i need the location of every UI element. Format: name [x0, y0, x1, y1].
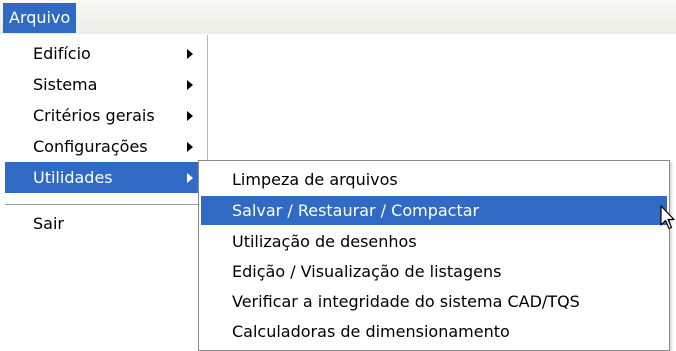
- submenu-item-calculadoras-dimensionamento[interactable]: Calculadoras de dimensionamento: [201, 317, 667, 346]
- utilidades-submenu: Limpeza de arquivos Salvar / Restaurar /…: [198, 160, 670, 351]
- menu-bar: Arquivo: [0, 0, 676, 34]
- chevron-right-icon: [187, 142, 193, 152]
- submenu-item-label: Calculadoras de dimensionamento: [232, 322, 510, 341]
- menu-item-label: Configurações: [33, 137, 148, 156]
- menu-item-label: Sistema: [33, 75, 98, 94]
- submenu-item-label: Verificar a integridade do sistema CAD/T…: [232, 292, 580, 311]
- submenu-item-label: Limpeza de arquivos: [232, 170, 398, 189]
- arquivo-dropdown-menu: Edifício Sistema Critérios gerais Config…: [5, 35, 208, 243]
- menu-item-criterios-gerais[interactable]: Critérios gerais: [5, 100, 207, 131]
- chevron-right-icon: [187, 80, 193, 90]
- mouse-pointer-icon: [660, 205, 675, 230]
- submenu-item-edicao-visualizacao-listagens[interactable]: Edição / Visualização de listagens: [201, 257, 667, 286]
- menu-item-utilidades[interactable]: Utilidades: [5, 162, 207, 193]
- menu-item-sair[interactable]: Sair: [5, 208, 207, 239]
- menu-item-configuracoes[interactable]: Configurações: [5, 131, 207, 162]
- menu-item-label: Edifício: [33, 44, 91, 63]
- chevron-right-icon: [187, 111, 193, 121]
- menu-item-label: Utilidades: [33, 168, 113, 187]
- menu-item-label: Sair: [33, 214, 64, 233]
- menu-item-sistema[interactable]: Sistema: [5, 69, 207, 100]
- menu-arquivo[interactable]: Arquivo: [3, 3, 77, 33]
- submenu-item-label: Utilização de desenhos: [232, 232, 417, 251]
- submenu-item-label: Salvar / Restaurar / Compactar: [232, 201, 480, 220]
- submenu-item-salvar-restaurar-compactar[interactable]: Salvar / Restaurar / Compactar: [201, 196, 667, 225]
- submenu-item-utilizacao-de-desenhos[interactable]: Utilização de desenhos: [201, 227, 667, 256]
- menu-separator: [5, 204, 207, 205]
- menu-item-edificio[interactable]: Edifício: [5, 38, 207, 69]
- chevron-right-icon: [187, 173, 193, 183]
- chevron-right-icon: [187, 49, 193, 59]
- submenu-item-verificar-integridade[interactable]: Verificar a integridade do sistema CAD/T…: [201, 287, 667, 316]
- menu-item-label: Critérios gerais: [33, 106, 155, 125]
- submenu-item-label: Edição / Visualização de listagens: [232, 262, 502, 281]
- submenu-item-limpeza-de-arquivos[interactable]: Limpeza de arquivos: [201, 165, 667, 194]
